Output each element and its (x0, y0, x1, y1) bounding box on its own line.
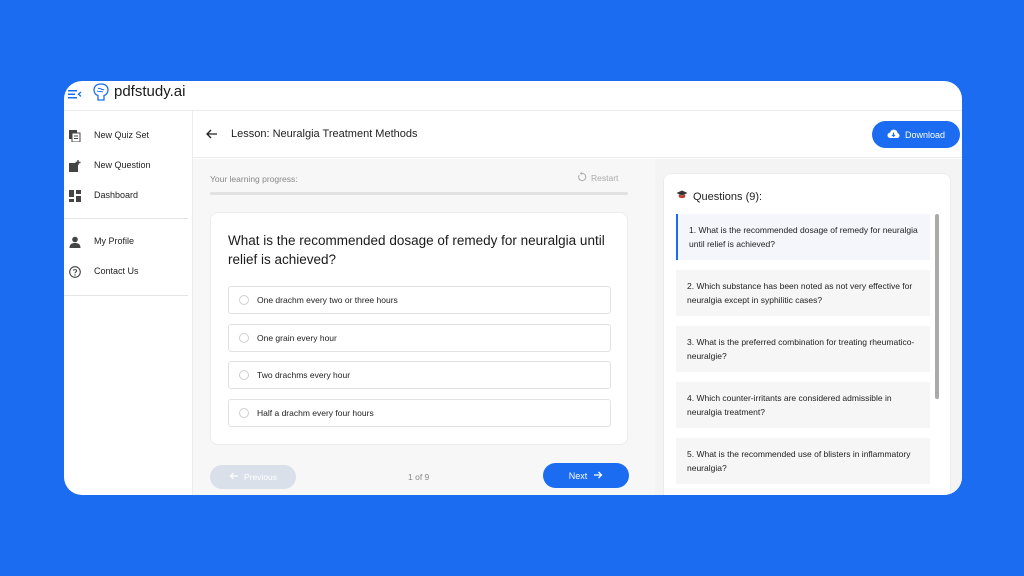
quiz-set-icon (69, 129, 81, 143)
cloud-download-icon (887, 129, 900, 141)
question-list-text: 1. What is the recommended dosage of rem… (689, 225, 918, 249)
answer-option-text: One grain every hour (257, 333, 337, 343)
help-icon (69, 265, 81, 278)
questions-sidebar: Questions (9): 1. What is the recommende… (655, 159, 962, 495)
progress-bar (210, 192, 628, 195)
answer-option[interactable]: Two drachms every hour (228, 361, 611, 389)
page-counter: 1 of 9 (408, 472, 430, 482)
sidebar-item-label: My Profile (94, 236, 135, 246)
menu-toggle-icon[interactable] (68, 87, 82, 99)
back-arrow-icon[interactable] (205, 127, 219, 139)
lesson-header: Lesson: Neuralgia Treatment Methods Down… (193, 111, 962, 158)
question-list-text: 2. Which substance has been noted as not… (687, 281, 913, 305)
answer-option-text: Half a drachm every four hours (257, 408, 374, 418)
sidebar-item-label: New Question (94, 160, 151, 170)
dashboard-icon (69, 189, 81, 202)
sidebar-item-label: Dashboard (94, 190, 139, 200)
question-list-item[interactable]: 2. Which substance has been noted as not… (676, 270, 930, 316)
sidebar-item-new-question[interactable]: New Question (64, 153, 188, 179)
answer-option-text: Two drachms every hour (257, 370, 351, 380)
next-button[interactable]: Next (543, 463, 629, 488)
arrow-right-icon (593, 471, 603, 481)
radio-button[interactable] (239, 408, 249, 418)
arrow-left-icon (229, 472, 239, 482)
radio-button[interactable] (239, 295, 249, 305)
scrollbar-thumb[interactable] (935, 214, 939, 399)
new-question-icon (69, 159, 81, 172)
question-list-text: 3. What is the preferred combination for… (687, 337, 915, 361)
answer-option[interactable]: Half a drachm every four hours (228, 399, 611, 427)
page-title: Lesson: Neuralgia Treatment Methods (231, 128, 418, 140)
sidebar-item-label: New Quiz Set (94, 130, 150, 140)
sidebar-item-contact-us[interactable]: Contact Us (64, 259, 188, 285)
questions-panel: Questions (9): 1. What is the recommende… (663, 173, 951, 495)
app-window: pdfstudy.ai New Quiz Set New Question Da… (64, 81, 962, 495)
question-text: What is the recommended dosage of remedy… (228, 233, 605, 267)
top-bar: pdfstudy.ai (64, 81, 962, 111)
scrollbar[interactable] (935, 214, 939, 495)
question-list-text: 5. What is the recommended use of bliste… (687, 449, 911, 473)
radio-button[interactable] (239, 370, 249, 380)
question-list-item[interactable]: 4. Which counter-irritants are considere… (676, 382, 930, 428)
previous-label: Previous (243, 472, 278, 482)
radio-button[interactable] (239, 333, 249, 343)
restart-button[interactable]: Restart (577, 172, 618, 184)
sidebar-item-my-profile[interactable]: My Profile (64, 229, 188, 255)
answer-option[interactable]: One drachm every two or three hours (228, 286, 611, 314)
brand-name: pdfstudy.ai (114, 83, 186, 100)
download-button[interactable]: Download (872, 121, 960, 148)
brain-logo-icon (92, 82, 110, 102)
sidebar-divider (64, 218, 188, 219)
quiz-main: Your learning progress: Restart What is … (193, 159, 655, 495)
sidebar-item-new-quiz-set[interactable]: New Quiz Set (64, 123, 188, 149)
previous-button[interactable]: Previous (210, 465, 296, 489)
sidebar: New Quiz Set New Question Dashboard My P… (64, 111, 193, 495)
profile-icon (69, 235, 81, 248)
answer-option[interactable]: One grain every hour (228, 324, 611, 352)
sidebar-item-label: Contact Us (94, 266, 139, 276)
sidebar-divider (64, 295, 188, 296)
progress-label: Your learning progress: (210, 174, 298, 184)
sidebar-item-dashboard[interactable]: Dashboard (64, 183, 188, 209)
question-list-item[interactable]: 1. What is the recommended dosage of rem… (676, 214, 930, 260)
question-list-item[interactable]: 5. What is the recommended use of bliste… (676, 438, 930, 484)
restart-label: Restart (591, 173, 619, 183)
answer-option-text: One drachm every two or three hours (257, 295, 398, 305)
restart-icon (577, 172, 587, 184)
next-label: Next (568, 470, 588, 481)
question-card: What is the recommended dosage of remedy… (210, 212, 628, 445)
questions-panel-title: Questions (9): (676, 190, 762, 203)
question-list-text: 4. Which counter-irritants are considere… (687, 393, 892, 417)
download-label: Download (904, 129, 946, 140)
graduation-cap-icon (676, 190, 688, 203)
questions-panel-heading: Questions (9): (693, 190, 763, 203)
question-list-item[interactable]: 3. What is the preferred combination for… (676, 326, 930, 372)
